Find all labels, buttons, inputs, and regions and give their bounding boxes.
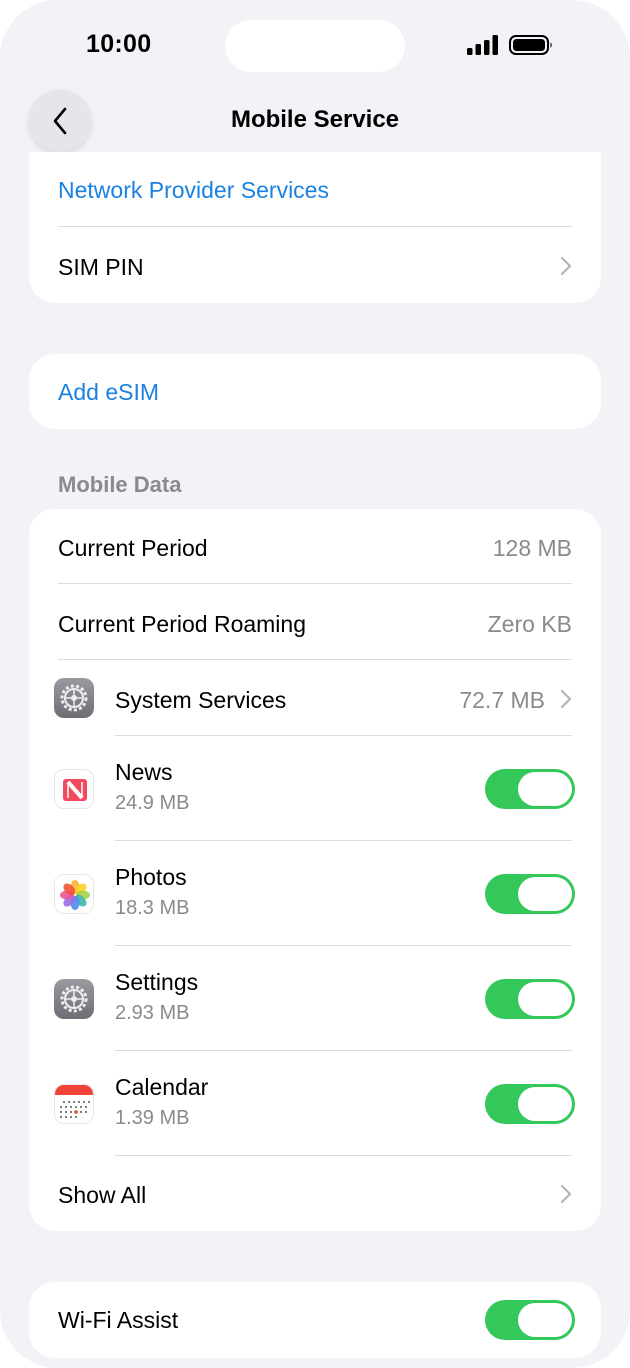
- app-row-settings: Settings 2.93 MB: [29, 946, 601, 1051]
- current-period-label: Current Period: [58, 535, 208, 561]
- system-services-label: System Services: [115, 687, 287, 713]
- app-row-photos: Photos 18.3 MB: [29, 841, 601, 946]
- system-services-value: 72.7 MB: [459, 687, 545, 713]
- show-all-label: Show All: [58, 1182, 147, 1208]
- gear-icon: [54, 678, 94, 718]
- page-title: Mobile Service: [230, 106, 400, 133]
- sim-pin-label: SIM PIN: [58, 254, 144, 280]
- network-provider-services-row[interactable]: Network Provider Services: [29, 152, 601, 227]
- current-period-value: 128 MB: [492, 535, 572, 561]
- news-icon: [54, 769, 94, 809]
- current-period-row: Current Period 128 MB: [29, 509, 601, 584]
- gear-icon: [54, 979, 94, 1019]
- chevron-right-icon: [560, 256, 572, 276]
- app-data-usage: 1.39 MB: [115, 1107, 190, 1129]
- current-period-roaming-value: Zero KB: [487, 611, 572, 637]
- status-time: 10:00: [86, 30, 152, 58]
- calendar-mobile-data-toggle[interactable]: [485, 1084, 575, 1124]
- network-provider-services-link[interactable]: Network Provider Services: [58, 177, 329, 204]
- settings-mobile-data-toggle[interactable]: [485, 979, 575, 1019]
- app-row-news: News 24.9 MB: [29, 736, 601, 841]
- photos-mobile-data-toggle[interactable]: [485, 874, 575, 914]
- add-esim-link[interactable]: Add eSIM: [58, 379, 159, 406]
- app-data-usage: 18.3 MB: [115, 897, 190, 919]
- news-mobile-data-toggle[interactable]: [485, 769, 575, 809]
- mobile-data-header: Mobile Data: [58, 472, 182, 497]
- wifi-assist-label: Wi-Fi Assist: [58, 1307, 179, 1333]
- app-name: Calendar: [115, 1074, 209, 1100]
- mobile-data-group: Current Period 128 MB Current Period Roa…: [29, 509, 601, 1231]
- app-row-calendar: Calendar 1.39 MB: [29, 1051, 601, 1156]
- phone-screen: 10:00 Mobile Service Network Provider Se…: [0, 0, 630, 1368]
- wifi-assist-row: Wi-Fi Assist: [29, 1282, 601, 1358]
- app-name: News: [115, 759, 173, 785]
- add-esim-row[interactable]: Add eSIM: [29, 354, 601, 429]
- app-name: Photos: [115, 864, 187, 890]
- battery-icon: [509, 35, 552, 55]
- carrier-settings-group: Network Provider Services SIM PIN: [29, 152, 601, 303]
- sim-pin-row[interactable]: SIM PIN: [29, 227, 601, 303]
- app-data-usage: 2.93 MB: [115, 1002, 190, 1024]
- app-name: Settings: [115, 969, 199, 995]
- photos-icon: [54, 874, 94, 914]
- app-data-usage: 24.9 MB: [115, 792, 190, 814]
- current-period-roaming-row: Current Period Roaming Zero KB: [29, 584, 601, 660]
- cellular-signal-icon: [467, 35, 498, 55]
- dynamic-island: [225, 20, 405, 72]
- show-all-row[interactable]: Show All: [29, 1156, 601, 1231]
- current-period-roaming-label: Current Period Roaming: [58, 611, 307, 637]
- system-services-row[interactable]: System Services 72.7 MB: [29, 660, 601, 736]
- wifi-assist-toggle[interactable]: [485, 1300, 575, 1340]
- chevron-right-icon: [560, 1184, 572, 1204]
- chevron-right-icon: [560, 689, 572, 709]
- calendar-icon: [54, 1084, 94, 1124]
